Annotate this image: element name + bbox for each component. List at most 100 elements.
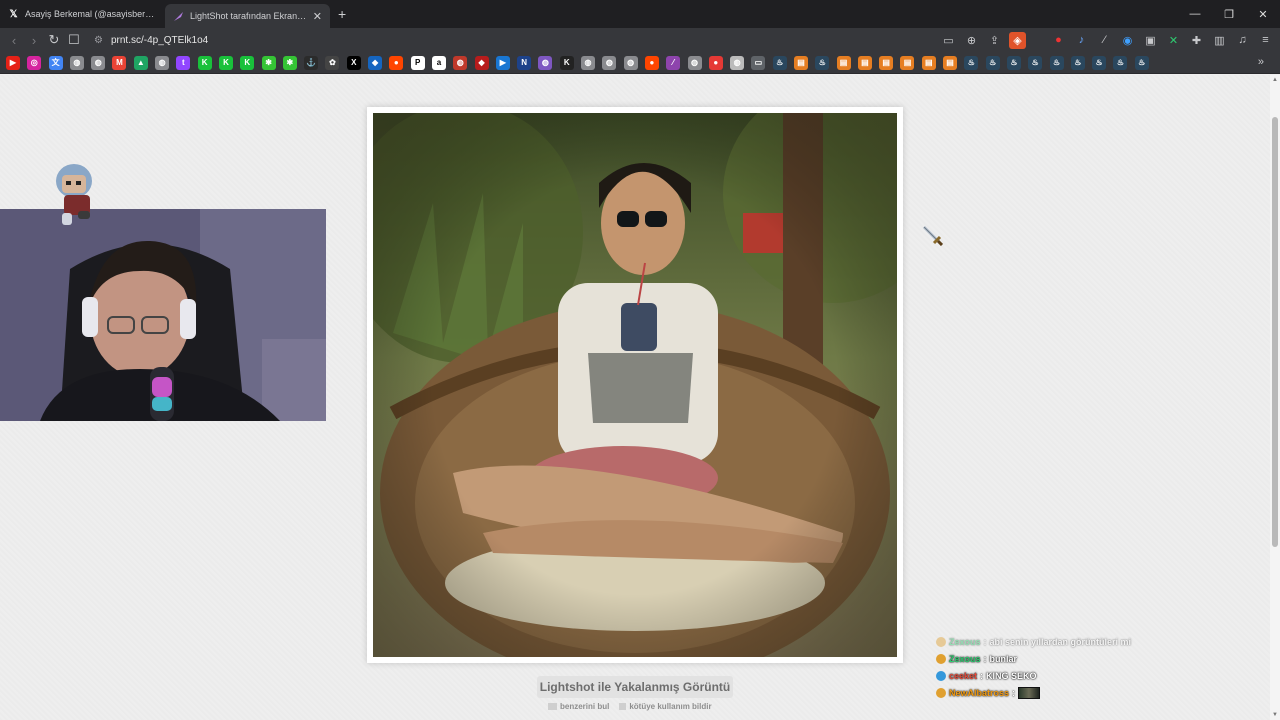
new-tab-button[interactable]: +	[338, 6, 346, 22]
translate-icon[interactable]: 文	[48, 55, 63, 70]
globe-icon[interactable]: ◍	[155, 55, 170, 70]
find-similar-label[interactable]: benzerini bul	[560, 702, 609, 711]
extension-icon[interactable]: ⁄	[1096, 32, 1113, 49]
amazon-icon[interactable]: a	[431, 55, 446, 70]
close-window-button[interactable]: ✕	[1246, 0, 1280, 28]
kick-icon[interactable]: K	[240, 55, 255, 70]
globe-icon[interactable]: ◍	[453, 55, 468, 70]
ai-icon[interactable]: ✿	[325, 55, 340, 70]
minimize-button[interactable]: —	[1178, 0, 1212, 28]
restore-button[interactable]: ❐	[1212, 0, 1246, 28]
ruby-icon[interactable]: ◆	[474, 55, 489, 70]
report-abuse-link[interactable]: kötüye kullanım bildir	[619, 702, 712, 714]
kick-icon[interactable]: K	[218, 55, 233, 70]
steam-icon[interactable]: ♨	[1113, 55, 1128, 70]
chat-badge-icon	[936, 670, 946, 681]
instagram-icon[interactable]: ◎	[27, 55, 42, 70]
close-tab-icon[interactable]: ✕	[313, 10, 322, 23]
brave-shield-icon[interactable]: ◈	[1009, 31, 1026, 49]
steam-icon[interactable]: ♨	[1070, 55, 1085, 70]
find-similar-link[interactable]: benzerini bul	[548, 702, 609, 714]
x-logo-icon[interactable]: X	[346, 55, 361, 70]
package-icon[interactable]: ▤	[900, 55, 915, 70]
chat-separator: :	[983, 653, 987, 664]
scrollbar[interactable]: ▲ ▼	[1270, 75, 1280, 720]
package-icon[interactable]: ▤	[879, 55, 894, 70]
drive-icon[interactable]: ▲	[133, 55, 148, 70]
zoom-icon[interactable]: ⊕	[963, 32, 980, 49]
sparkle-icon[interactable]: ✱	[282, 55, 297, 70]
package-icon[interactable]: ▤	[836, 55, 851, 70]
globe-icon[interactable]: ◍	[602, 55, 617, 70]
globe-icon[interactable]: ◍	[91, 55, 106, 70]
back-button[interactable]: ‹	[4, 29, 24, 51]
scroll-down-icon[interactable]: ▼	[1271, 712, 1279, 718]
cast-icon[interactable]: ▭	[940, 32, 957, 49]
package-icon[interactable]: ▤	[857, 55, 872, 70]
gmail-icon[interactable]: M	[112, 55, 127, 70]
site-settings-icon[interactable]: ⚙	[94, 35, 103, 46]
play-icon[interactable]: ▶	[495, 55, 510, 70]
globe-icon[interactable]: ◍	[581, 55, 596, 70]
extension-icon[interactable]: ▣	[1142, 32, 1159, 49]
tab-title: Asayiş Berkemal (@asayisberkemal0)	[25, 9, 157, 19]
url-text[interactable]: prnt.sc/-4p_QTElk1o4	[111, 35, 208, 46]
steam-icon[interactable]: ♨	[1049, 55, 1064, 70]
lightshot-caption[interactable]: Lightshot ile Yakalanmış Görüntü	[537, 676, 733, 698]
folder-icon[interactable]: ▭	[751, 55, 766, 70]
chat-badge-icon	[936, 687, 946, 698]
extensions-puzzle-icon[interactable]: ✚	[1188, 32, 1205, 49]
steam-icon[interactable]: ♨	[964, 55, 979, 70]
package-icon[interactable]: ▤	[921, 55, 936, 70]
steam-icon[interactable]: ♨	[772, 55, 787, 70]
menu-icon[interactable]: ≡	[1257, 32, 1274, 49]
bookmark-page-icon[interactable]: ☐	[64, 29, 84, 51]
report-abuse-label[interactable]: kötüye kullanım bildir	[629, 702, 711, 711]
steam-icon[interactable]: ♨	[1092, 55, 1107, 70]
sidebar-icon[interactable]: ▥	[1211, 32, 1228, 49]
forward-button[interactable]: ›	[24, 29, 44, 51]
record-icon[interactable]: ●	[708, 55, 723, 70]
reload-button[interactable]: ↻	[44, 29, 64, 51]
extension-icon[interactable]: ◉	[1119, 32, 1136, 49]
package-icon[interactable]: ▤	[943, 55, 958, 70]
twitch-icon[interactable]: t	[176, 55, 191, 70]
package-icon[interactable]: ▤	[793, 55, 808, 70]
steam-icon[interactable]: ♨	[1028, 55, 1043, 70]
globe-icon[interactable]: ◍	[623, 55, 638, 70]
share-icon[interactable]: ⇪	[986, 32, 1003, 49]
chat-text: bunlar	[989, 653, 1018, 664]
tab-twitter[interactable]: 𝕏 Asayiş Berkemal (@asayisberkemal0)	[0, 0, 165, 28]
address-bar[interactable]: ⚙ prnt.sc/-4p_QTElk1o4	[94, 30, 208, 50]
audio-extension-icon[interactable]: ♪	[1073, 32, 1090, 49]
reddit-icon[interactable]: ●	[644, 55, 659, 70]
globe-icon[interactable]: ◍	[730, 55, 745, 70]
globe-icon[interactable]: ◍	[69, 55, 84, 70]
media-icon[interactable]: ♫	[1234, 32, 1251, 49]
lightshot-feather-icon[interactable]: ⁄	[666, 55, 681, 70]
steam-icon[interactable]: ♨	[1134, 55, 1149, 70]
steam-icon[interactable]: ♨	[815, 55, 830, 70]
extension-badge-icon[interactable]: ●	[1050, 32, 1067, 49]
scrollbar-thumb[interactable]	[1272, 117, 1278, 547]
kick-icon[interactable]: K	[197, 55, 212, 70]
extension-icon[interactable]: ✕	[1165, 32, 1182, 49]
sword-cursor-icon	[921, 224, 944, 247]
steam-icon[interactable]: ♨	[1006, 55, 1021, 70]
browser-toolbar: ‹ › ↻ ☐ ⚙ prnt.sc/-4p_QTElk1o4 ▭ ⊕ ⇪ ◈ ●…	[0, 28, 1280, 52]
anchor-icon[interactable]: ⚓	[304, 55, 319, 70]
nba-icon[interactable]: N	[517, 55, 532, 70]
sparkle-icon[interactable]: ✱	[261, 55, 276, 70]
app-icon[interactable]: ◆	[368, 55, 383, 70]
chat-message: Zexous: abi senin yıllardan görüntüleri m…	[936, 633, 1166, 650]
kick-icon[interactable]: K	[559, 55, 574, 70]
globe-icon[interactable]: ◍	[687, 55, 702, 70]
more-bookmarks-icon[interactable]: »	[1258, 56, 1264, 68]
youtube-icon[interactable]: ▶	[6, 55, 20, 70]
tab-lightshot[interactable]: LightShot tarafından Ekran Görüntüsü ✕	[165, 4, 330, 28]
scroll-up-icon[interactable]: ▲	[1271, 77, 1279, 83]
p-icon[interactable]: P	[410, 55, 425, 70]
reddit-icon[interactable]: ●	[389, 55, 404, 70]
steam-icon[interactable]: ♨	[985, 55, 1000, 70]
globe-icon[interactable]: ◍	[538, 55, 553, 70]
